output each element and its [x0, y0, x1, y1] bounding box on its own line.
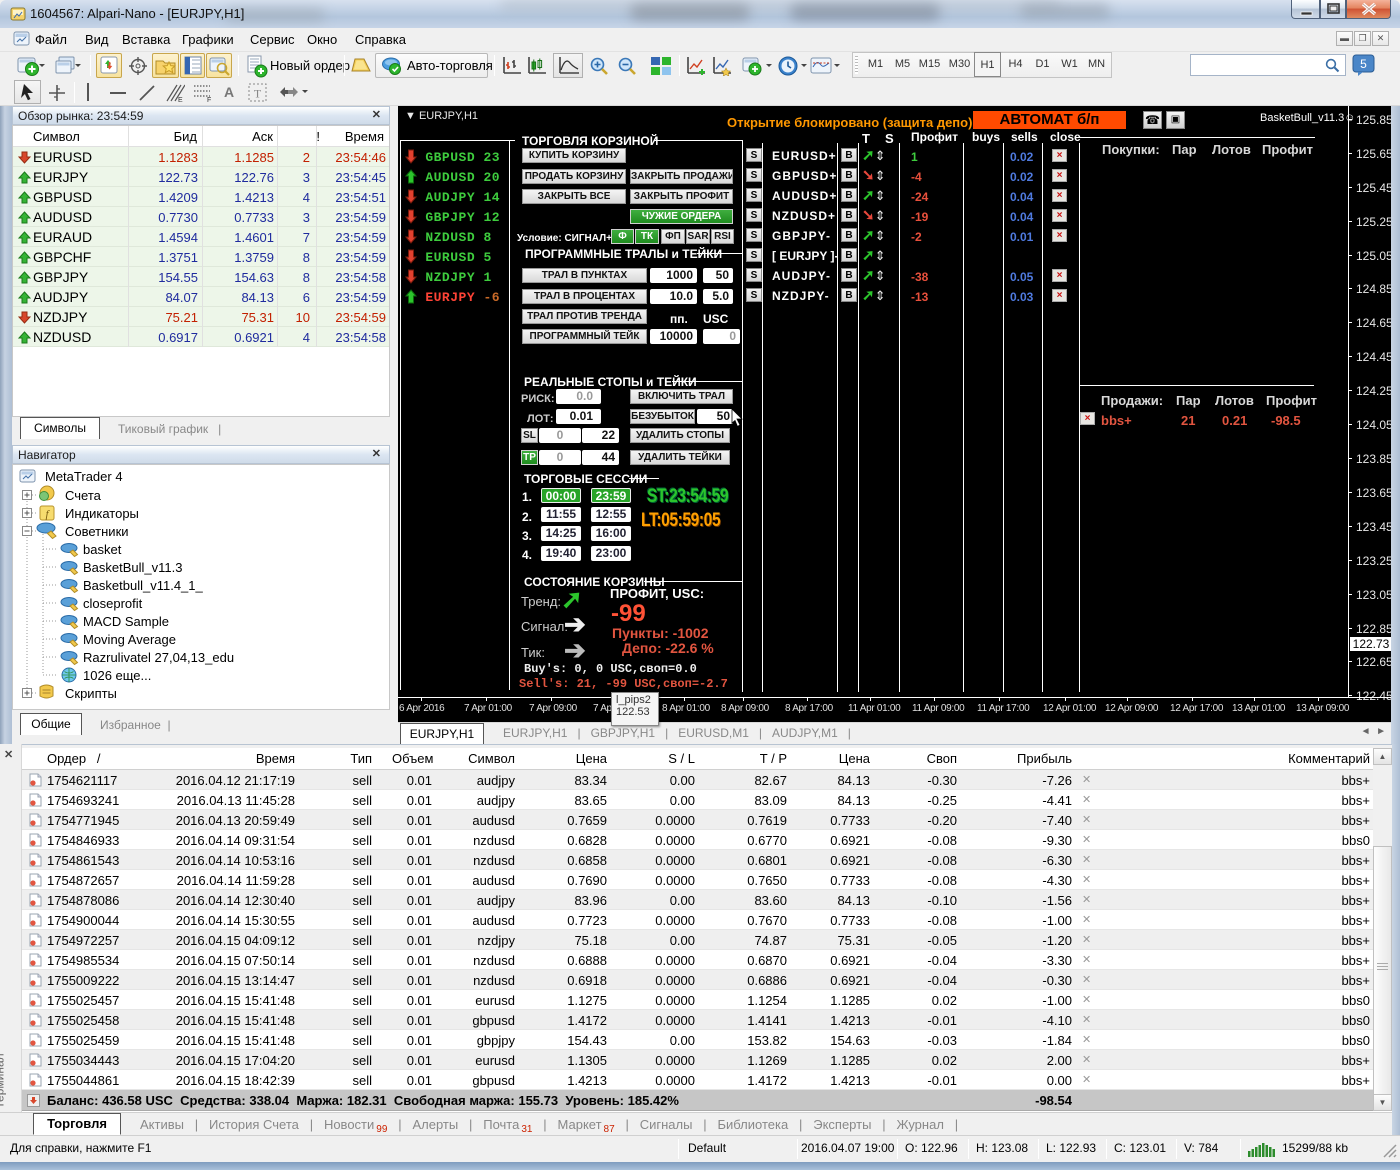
- svg-text:F: F: [207, 97, 211, 103]
- svg-text:T: T: [254, 87, 262, 101]
- svg-text:E: E: [178, 97, 183, 103]
- svg-text:5: 5: [1360, 57, 1367, 71]
